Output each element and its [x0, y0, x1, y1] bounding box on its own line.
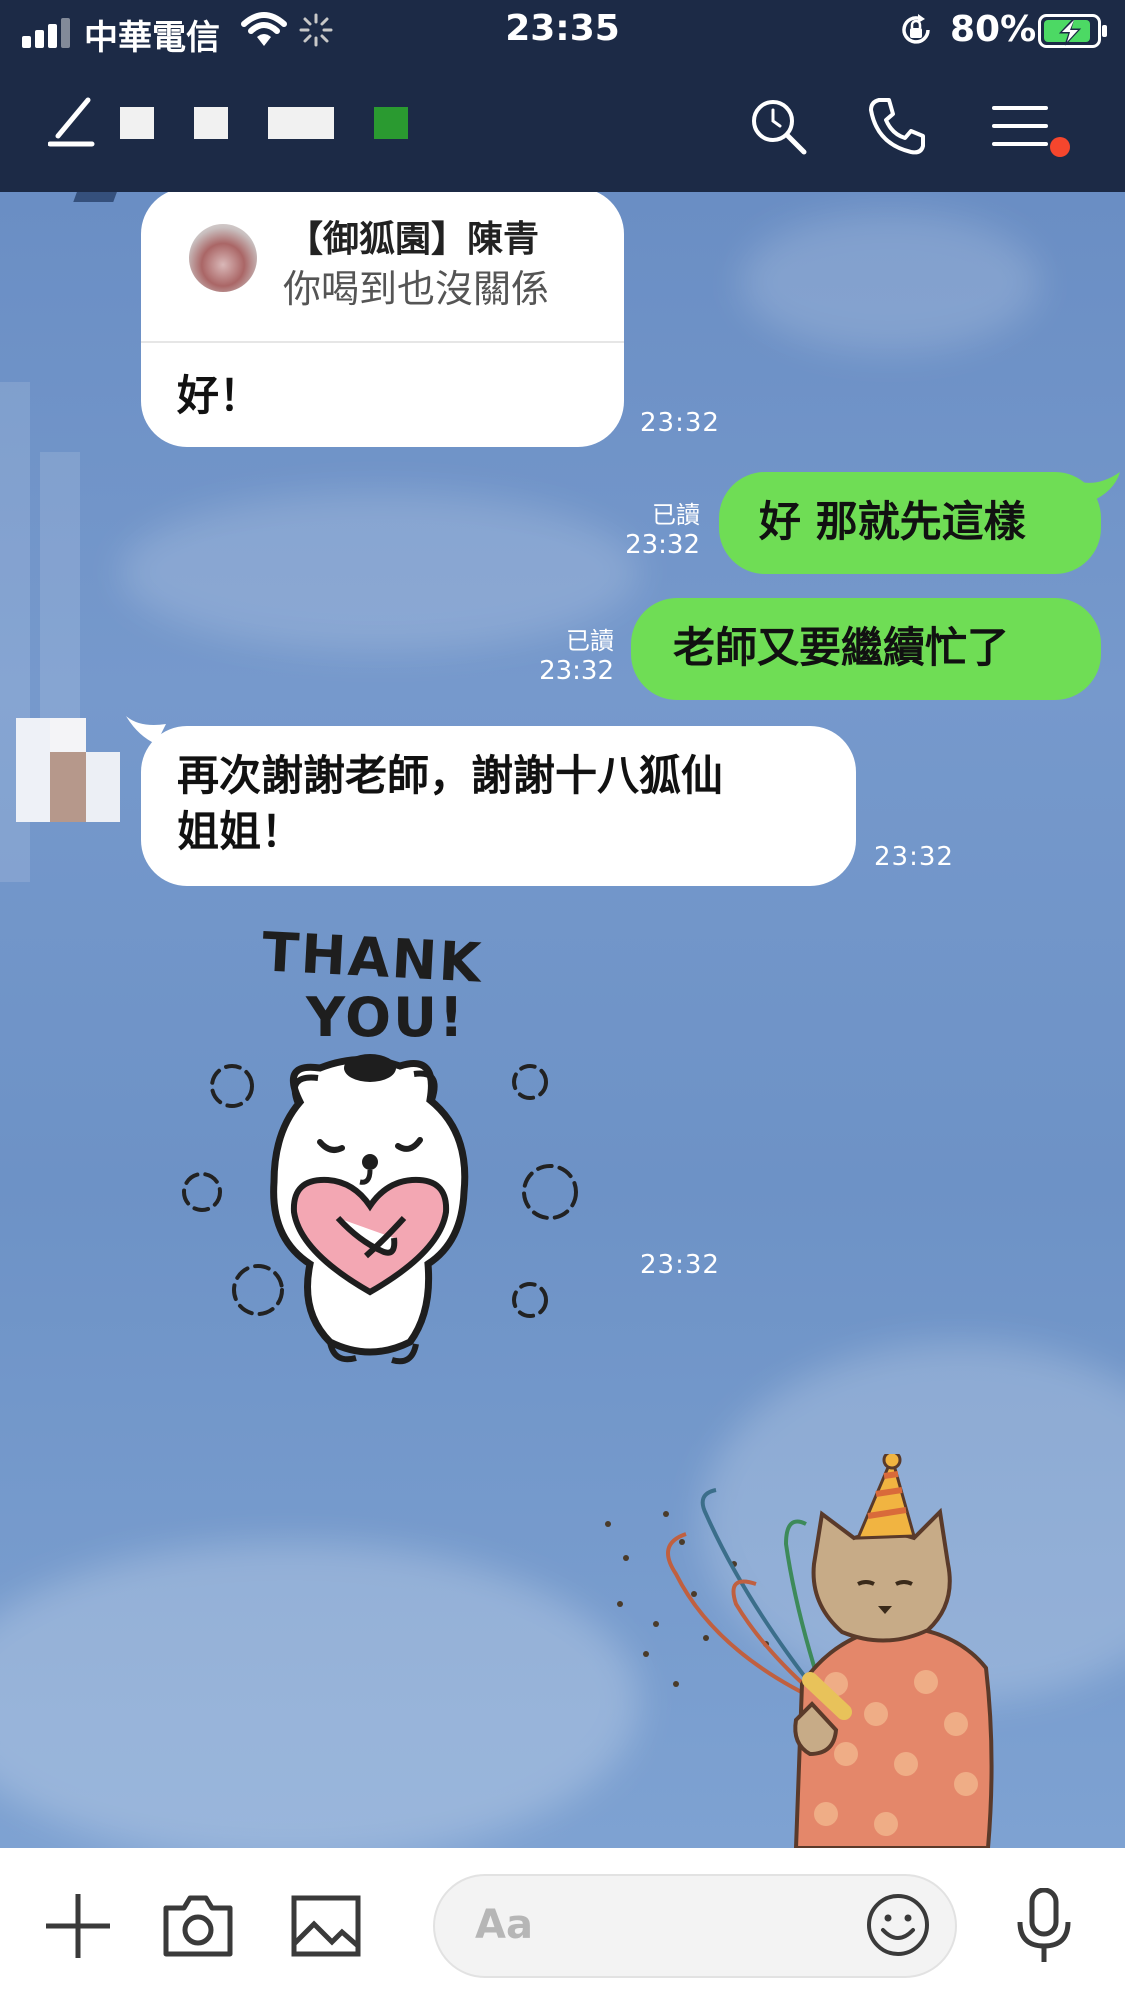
reply-quote-text: 你喝到也沒關係	[283, 267, 550, 311]
message-time: 23:32	[625, 530, 700, 560]
bubble-tail	[1080, 472, 1120, 502]
message-time: 23:32	[539, 656, 614, 686]
microphone-icon[interactable]	[1006, 1888, 1082, 1964]
bear-heart-icon	[182, 1054, 578, 1365]
chat-area[interactable]: 【御狐園】陳青 你喝到也沒關係 好！ 23:32 已讀 23:32 好 那就先這…	[0, 192, 1125, 1848]
chat-title-redacted[interactable]	[120, 106, 408, 140]
phone-icon[interactable]	[865, 94, 929, 158]
input-placeholder: Aa	[475, 1902, 533, 1948]
message-time: 23:32	[640, 408, 720, 438]
read-receipt: 已讀 23:32	[514, 626, 614, 686]
read-receipt: 已讀 23:32	[600, 500, 700, 560]
incoming-message-bubble[interactable]: 再次謝謝老師，謝謝十八狐仙 姐姐！	[141, 726, 856, 886]
message-text-line: 再次謝謝老師，謝謝十八狐仙	[177, 751, 724, 800]
battery-charging-icon	[1038, 14, 1107, 48]
message-text: 好 那就先這樣	[759, 497, 1026, 546]
reply-message-bubble[interactable]: 【御狐園】陳青 你喝到也沒關係 好！	[141, 192, 624, 447]
thank-you-sticker[interactable]: THANK YOU!	[170, 920, 600, 1382]
read-label: 已讀	[566, 627, 614, 655]
background-cloud	[740, 212, 1040, 352]
party-cat-icon	[605, 1454, 994, 1848]
message-text-line: 姐姐！	[177, 807, 304, 856]
read-label: 已讀	[652, 501, 700, 529]
battery-percent: 80%	[950, 9, 1037, 50]
back-icon[interactable]	[48, 96, 96, 148]
message-text: 好！	[177, 371, 262, 420]
notification-badge	[1050, 137, 1070, 157]
search-icon[interactable]	[746, 94, 810, 158]
rotation-lock-icon	[902, 14, 930, 44]
menu-icon[interactable]	[988, 94, 1052, 158]
background-pixel	[73, 192, 123, 202]
message-input[interactable]: Aa	[433, 1874, 957, 1978]
message-text: 老師又要繼續忙了	[673, 623, 1010, 672]
background-cloud	[0, 1542, 640, 1848]
add-icon[interactable]	[40, 1888, 116, 1964]
camera-icon[interactable]	[160, 1888, 236, 1964]
avatar	[189, 224, 257, 292]
top-bar: 中華電信 23:35 80%	[0, 0, 1125, 192]
message-time: 23:32	[640, 1250, 720, 1280]
reply-sender-name: 【御狐園】陳青	[287, 219, 540, 260]
image-icon[interactable]	[288, 1888, 364, 1964]
outgoing-message-bubble[interactable]: 好 那就先這樣	[719, 472, 1101, 574]
emoji-icon[interactable]	[865, 1892, 931, 1958]
status-bar: 中華電信 23:35 80%	[0, 0, 1125, 62]
reply-quote-block[interactable]: 【御狐園】陳青 你喝到也沒關係	[141, 192, 624, 343]
message-input-bar: Aa	[0, 1848, 1125, 2001]
chat-header	[0, 62, 1125, 192]
avatar[interactable]	[16, 718, 120, 822]
sticker-text: YOU!	[306, 986, 466, 1049]
sticker-text: THANK	[260, 920, 485, 995]
outgoing-message-bubble[interactable]: 老師又要繼續忙了	[631, 598, 1101, 700]
message-time: 23:32	[874, 842, 954, 872]
